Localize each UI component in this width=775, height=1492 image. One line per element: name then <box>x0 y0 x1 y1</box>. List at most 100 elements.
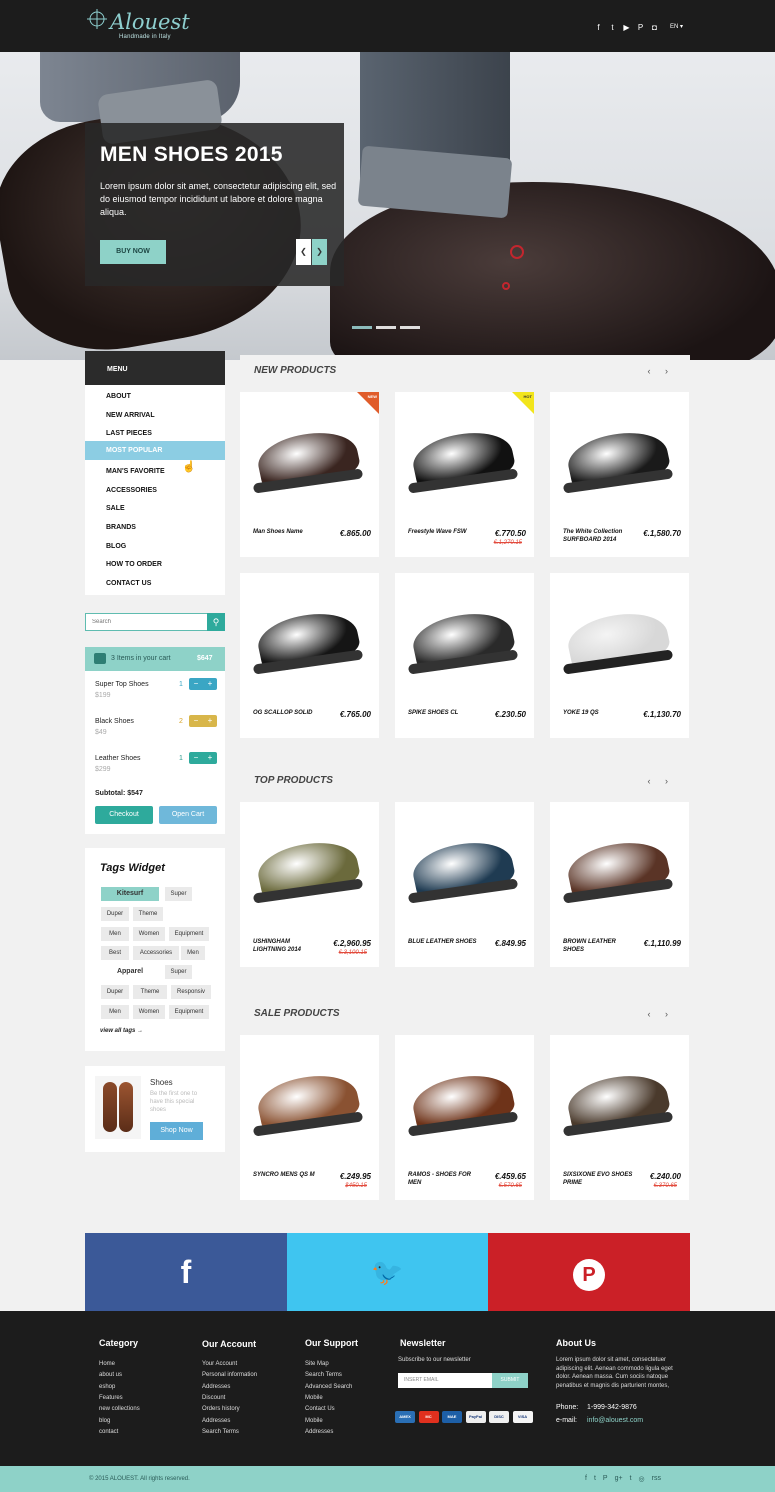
sidebar-item-man-s-favorite[interactable]: MAN'S FAVORITE <box>85 460 225 479</box>
product-image[interactable] <box>558 585 681 685</box>
tag-best[interactable]: Best <box>101 946 129 960</box>
minus-icon[interactable]: − <box>194 752 199 764</box>
footer-link[interactable]: Search Terms <box>202 1429 239 1435</box>
sidebar-item-sale[interactable]: SALE <box>85 497 225 516</box>
product-card[interactable]: YOKE 19 QS €.1,130.70 <box>550 573 689 738</box>
footer-link[interactable]: Search Terms <box>305 1372 342 1378</box>
quantity-stepper[interactable]: − + <box>189 752 217 764</box>
footer-link[interactable]: Your Account <box>202 1361 237 1367</box>
product-card[interactable]: Freestyle Wave FSW €.770.50 €.1,270.15 HOT <box>395 392 534 557</box>
sidebar-item-brands[interactable]: BRANDS <box>85 516 225 535</box>
section-nav-arrows[interactable]: ‹ › <box>648 1009 675 1019</box>
rss-icon[interactable]: rss <box>652 1475 661 1483</box>
hero-next-button[interactable]: ❯ <box>312 239 327 265</box>
product-card[interactable]: BLUE LEATHER SHOES €.849.95 <box>395 802 534 967</box>
footer-link[interactable]: Site Map <box>305 1361 329 1367</box>
product-card[interactable]: SIXSIXONE EVO SHOES PRIME €.240.00 €.370.6… <box>550 1035 689 1200</box>
footer-link[interactable]: new collections <box>99 1406 140 1412</box>
footer-link[interactable]: Addresses <box>202 1418 230 1424</box>
tag-responsiv[interactable]: Responsiv <box>171 985 211 999</box>
shop-now-button[interactable]: Shop Now <box>150 1122 203 1140</box>
tag-theme[interactable]: Theme <box>133 907 163 921</box>
product-card[interactable]: OG SCALLOP SOLID €.765.00 <box>240 573 379 738</box>
product-image[interactable] <box>248 585 371 685</box>
sidebar-item-about[interactable]: ABOUT <box>85 385 225 404</box>
cart-header[interactable]: 3 Items in your cart $647 <box>85 647 225 671</box>
tag-men[interactable]: Men <box>101 1005 129 1019</box>
tag-men[interactable]: Men <box>101 927 129 941</box>
product-image[interactable] <box>558 404 681 504</box>
product-image[interactable] <box>248 404 371 504</box>
product-image[interactable] <box>403 585 526 685</box>
footer-link[interactable]: Advanced Search <box>305 1384 352 1390</box>
sidebar-item-how-to-order[interactable]: HOW TO ORDER <box>85 553 225 572</box>
newsletter-email-input[interactable]: INSERT EMAIL <box>398 1373 492 1388</box>
product-image[interactable] <box>558 1047 681 1147</box>
buy-now-button[interactable]: BUY NOW <box>100 240 166 264</box>
twitter-share-button[interactable]: 🐦 <box>287 1233 488 1311</box>
product-name[interactable]: YOKE 19 QS <box>563 709 633 717</box>
product-name[interactable]: The White Collection SURFBOARD 2014 <box>563 528 633 544</box>
pinterest-icon[interactable]: P <box>636 23 645 32</box>
product-image[interactable] <box>248 814 371 914</box>
tag-super[interactable]: Super <box>165 887 192 901</box>
search-input[interactable] <box>86 614 206 630</box>
product-name[interactable]: Freestyle Wave FSW <box>408 528 478 536</box>
plus-icon[interactable]: + <box>208 678 213 690</box>
instagram-icon[interactable]: ◘ <box>650 23 659 32</box>
product-card[interactable]: SYNCRO MENS QS M €.249.95 $450.15 <box>240 1035 379 1200</box>
plus-icon[interactable]: + <box>208 752 213 764</box>
hero-prev-button[interactable]: ❮ <box>296 239 311 265</box>
footer-link[interactable]: Mobile <box>305 1395 323 1401</box>
tag-equipment[interactable]: Equipment <box>169 927 209 941</box>
quantity-stepper[interactable]: − + <box>189 678 217 690</box>
facebook-icon[interactable]: f <box>585 1475 587 1483</box>
twitter-icon[interactable]: t <box>608 23 617 32</box>
product-image[interactable] <box>403 1047 526 1147</box>
footer-link[interactable]: Discount <box>202 1395 225 1401</box>
slider-dot[interactable] <box>352 326 372 329</box>
plus-icon[interactable]: + <box>208 715 213 727</box>
footer-link[interactable]: contact <box>99 1429 118 1435</box>
product-card[interactable]: SPIKE SHOES CL €.230.50 <box>395 573 534 738</box>
section-nav-arrows[interactable]: ‹ › <box>648 366 675 376</box>
tag-men[interactable]: Men <box>181 946 205 960</box>
email-link[interactable]: info@alouest.com <box>587 1417 643 1424</box>
product-name[interactable]: SPIKE SHOES CL <box>408 709 478 717</box>
section-nav-arrows[interactable]: ‹ › <box>648 776 675 786</box>
sidebar-item-new-arrival[interactable]: NEW ARRIVAL <box>85 404 225 423</box>
footer-link[interactable]: Orders history <box>202 1406 240 1412</box>
product-card[interactable]: The White Collection SURFBOARD 2014 €.1,5… <box>550 392 689 557</box>
footer-link[interactable]: Addresses <box>305 1429 333 1435</box>
logo[interactable]: Alouest Handmade in Italy <box>86 6 206 46</box>
footer-link[interactable]: blog <box>99 1418 110 1424</box>
product-name[interactable]: RAMOS - SHOES FOR MEN <box>408 1171 478 1187</box>
sidebar-item-blog[interactable]: BLOG <box>85 535 225 554</box>
search-icon[interactable]: ⚲ <box>207 613 225 631</box>
product-name[interactable]: Man Shoes Name <box>253 528 323 536</box>
tag-kitesurf[interactable]: Kitesurf <box>101 887 159 901</box>
product-card[interactable]: Man Shoes Name €.865.00 NEW <box>240 392 379 557</box>
product-image[interactable] <box>248 1047 371 1147</box>
language-select[interactable]: EN ▾ <box>670 23 683 32</box>
footer-link[interactable]: Personal information <box>202 1372 257 1378</box>
slider-dot[interactable] <box>376 326 396 329</box>
youtube-icon[interactable]: ▶ <box>622 23 631 32</box>
product-card[interactable]: USHINGHAM LIGHTNING 2014 €.2,960.95 €.3,10… <box>240 802 379 967</box>
product-image[interactable] <box>403 814 526 914</box>
instagram-icon[interactable]: ◎ <box>639 1475 645 1483</box>
facebook-icon[interactable]: f <box>594 23 603 32</box>
tag-women[interactable]: Women <box>133 927 165 941</box>
footer-link[interactable]: Features <box>99 1395 123 1401</box>
tag-women[interactable]: Women <box>133 1005 165 1019</box>
tag-accessories[interactable]: Accessories <box>133 946 179 960</box>
minus-icon[interactable]: − <box>194 715 199 727</box>
tumblr-icon[interactable]: t <box>630 1475 632 1483</box>
product-card[interactable]: BROWN LEATHER SHOES €.1,110.99 <box>550 802 689 967</box>
product-name[interactable]: SIXSIXONE EVO SHOES PRIME <box>563 1171 633 1187</box>
product-name[interactable]: OG SCALLOP SOLID <box>253 709 323 717</box>
open-cart-button[interactable]: Open Cart <box>159 806 217 824</box>
pinterest-icon[interactable]: P <box>603 1475 608 1483</box>
footer-link[interactable]: Mobile <box>305 1418 323 1424</box>
sidebar-item-contact-us[interactable]: CONTACT US <box>85 572 225 591</box>
